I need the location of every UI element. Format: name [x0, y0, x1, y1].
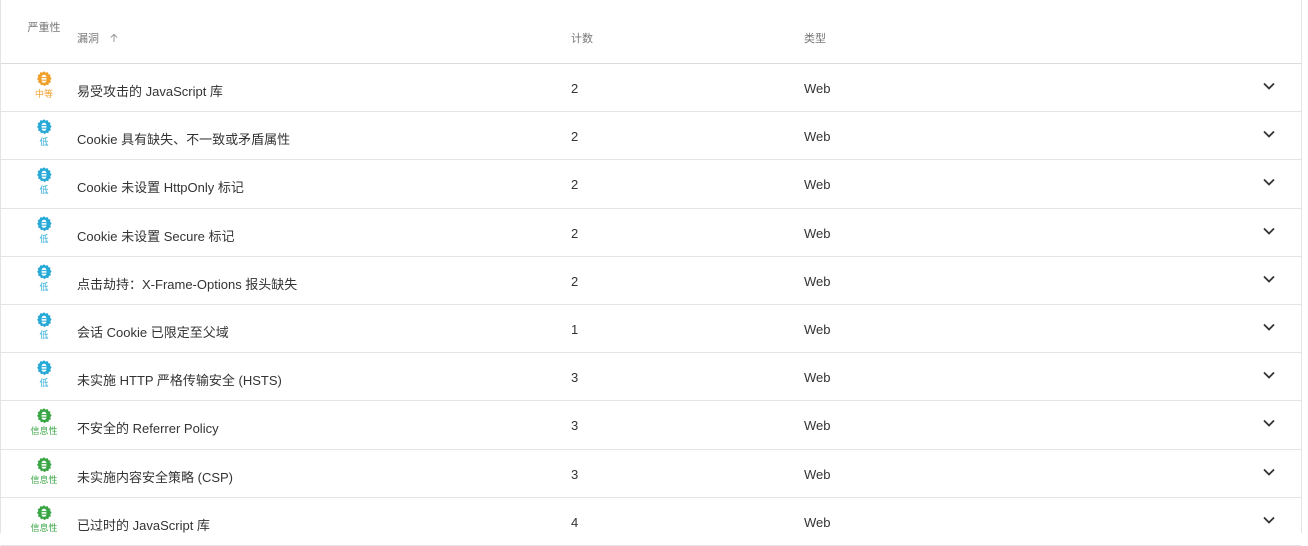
severity-cell: 低 — [25, 166, 63, 196]
vulnerability-name: 易受攻击的 JavaScript 库 — [77, 84, 223, 99]
bug-severity-icon — [37, 456, 52, 472]
vulnerability-count: 1 — [571, 321, 579, 337]
vulnerability-name: Cookie 具有缺失、不一致或矛盾属性 — [77, 132, 291, 148]
bug-severity-icon — [37, 71, 52, 87]
vulnerability-type: Web — [804, 514, 831, 530]
severity-cell: 低 — [25, 359, 63, 389]
severity-cell: 低 — [25, 263, 63, 293]
vulnerability-type: Web — [804, 370, 831, 386]
severity-label: 低 — [39, 185, 49, 196]
severity-label: 信息性 — [30, 426, 58, 437]
severity-label: 信息性 — [30, 474, 58, 485]
vulnerability-name: 未实施 HTTP 严格传输安全 (HSTS) — [77, 373, 282, 389]
column-header-type[interactable]: 类型 — [804, 30, 826, 46]
bug-severity-icon — [37, 312, 52, 328]
severity-cell: 低 — [25, 311, 63, 341]
vulnerability-type: Web — [804, 321, 831, 337]
table-row[interactable]: 信息性 不安全的 Referrer Policy 3 Web — [1, 401, 1301, 450]
vulnerability-name: 不安全的 Referrer Policy — [77, 421, 219, 437]
chevron-down-icon[interactable] — [1261, 417, 1277, 429]
vulnerability-type: Web — [804, 466, 831, 482]
vulnerability-count: 3 — [571, 466, 579, 482]
vulnerability-name: 会话 Cookie 已限定至父域 — [77, 324, 229, 340]
bug-severity-icon — [37, 504, 52, 520]
table-row[interactable]: 低 未实施 HTTP 严格传输安全 (HSTS) 3 Web — [1, 353, 1301, 402]
severity-label: 低 — [39, 233, 49, 244]
table-row[interactable]: 中等 易受攻击的 JavaScript 库 2 Web — [1, 64, 1301, 113]
vulnerability-count: 2 — [571, 273, 579, 289]
vulnerability-count: 2 — [571, 225, 579, 241]
vulnerability-type: Web — [804, 418, 831, 434]
column-header-count[interactable]: 计数 — [571, 30, 593, 46]
table-row[interactable]: 低 会话 Cookie 已限定至父域 1 Web — [1, 305, 1301, 354]
severity-label: 低 — [39, 329, 49, 340]
severity-cell: 低 — [25, 215, 63, 245]
severity-label: 低 — [39, 378, 49, 389]
bug-severity-icon — [37, 360, 52, 376]
vulnerability-count: 2 — [571, 177, 579, 193]
vulnerability-count: 3 — [571, 370, 579, 386]
chevron-down-icon[interactable] — [1261, 176, 1277, 188]
vulnerability-table: 严重性 漏洞 计数 类型 中等 易受攻击的 JavaScript 库 2 Web 低 Co… — [0, 0, 1302, 546]
bug-severity-icon — [37, 119, 52, 135]
chevron-down-icon[interactable] — [1261, 225, 1277, 237]
vulnerability-type: Web — [804, 177, 831, 193]
severity-cell: 中等 — [25, 70, 63, 100]
chevron-down-icon[interactable] — [1261, 273, 1277, 285]
severity-label: 低 — [39, 281, 49, 292]
column-header-severity[interactable]: 严重性 — [25, 21, 63, 36]
chevron-down-icon[interactable] — [1261, 128, 1277, 140]
table-header: 严重性 漏洞 计数 类型 — [1, 0, 1301, 64]
column-header-vulnerability-label: 漏洞 — [77, 33, 99, 45]
severity-label: 中等 — [34, 89, 53, 99]
table-row[interactable]: 信息性 已过时的 JavaScript 库 4 Web — [1, 498, 1301, 546]
column-header-vulnerability[interactable]: 漏洞 — [77, 30, 119, 46]
severity-cell: 信息性 — [25, 504, 63, 534]
vulnerability-count: 3 — [571, 418, 579, 434]
vulnerability-type: Web — [804, 81, 831, 96]
severity-cell: 信息性 — [25, 456, 63, 486]
bug-severity-icon — [37, 215, 52, 231]
bug-severity-icon — [37, 408, 52, 424]
vulnerability-type: Web — [804, 129, 831, 145]
vulnerability-count: 4 — [571, 514, 579, 530]
table-row[interactable]: 低 Cookie 未设置 Secure 标记 2 Web — [1, 209, 1301, 257]
table-body: 中等 易受攻击的 JavaScript 库 2 Web 低 Cookie 具有缺失、不一致… — [1, 64, 1301, 546]
table-row[interactable]: 低 Cookie 具有缺失、不一致或矛盾属性 2 Web — [1, 112, 1301, 161]
severity-label: 信息性 — [30, 522, 58, 533]
vulnerability-type: Web — [804, 225, 831, 241]
chevron-down-icon[interactable] — [1261, 466, 1277, 478]
vulnerability-name: 已过时的 JavaScript 库 — [77, 517, 210, 533]
vulnerability-name: Cookie 未设置 Secure 标记 — [77, 228, 235, 244]
table-row[interactable]: 信息性 未实施内容安全策略 (CSP) 3 Web — [1, 450, 1301, 498]
vulnerability-count: 2 — [571, 129, 579, 145]
vulnerability-name: Cookie 未设置 HttpOnly 标记 — [77, 180, 244, 196]
bug-severity-icon — [37, 263, 52, 280]
vulnerability-name: 点击劫持：X-Frame-Options 报头缺失 — [77, 276, 298, 292]
severity-label: 低 — [39, 137, 49, 148]
chevron-down-icon[interactable] — [1261, 80, 1277, 92]
table-row[interactable]: 低 点击劫持：X-Frame-Options 报头缺失 2 Web — [1, 257, 1301, 305]
sort-ascending-icon[interactable] — [109, 33, 119, 43]
chevron-down-icon[interactable] — [1261, 369, 1277, 381]
severity-cell: 信息性 — [25, 407, 63, 437]
severity-cell: 低 — [25, 118, 63, 148]
chevron-down-icon[interactable] — [1261, 321, 1277, 333]
vulnerability-name: 未实施内容安全策略 (CSP) — [77, 469, 234, 485]
table-row[interactable]: 低 Cookie 未设置 HttpOnly 标记 2 Web — [1, 160, 1301, 209]
vulnerability-count: 2 — [571, 81, 579, 96]
bug-severity-icon — [37, 167, 52, 183]
vulnerability-type: Web — [804, 273, 831, 289]
chevron-down-icon[interactable] — [1261, 514, 1277, 526]
